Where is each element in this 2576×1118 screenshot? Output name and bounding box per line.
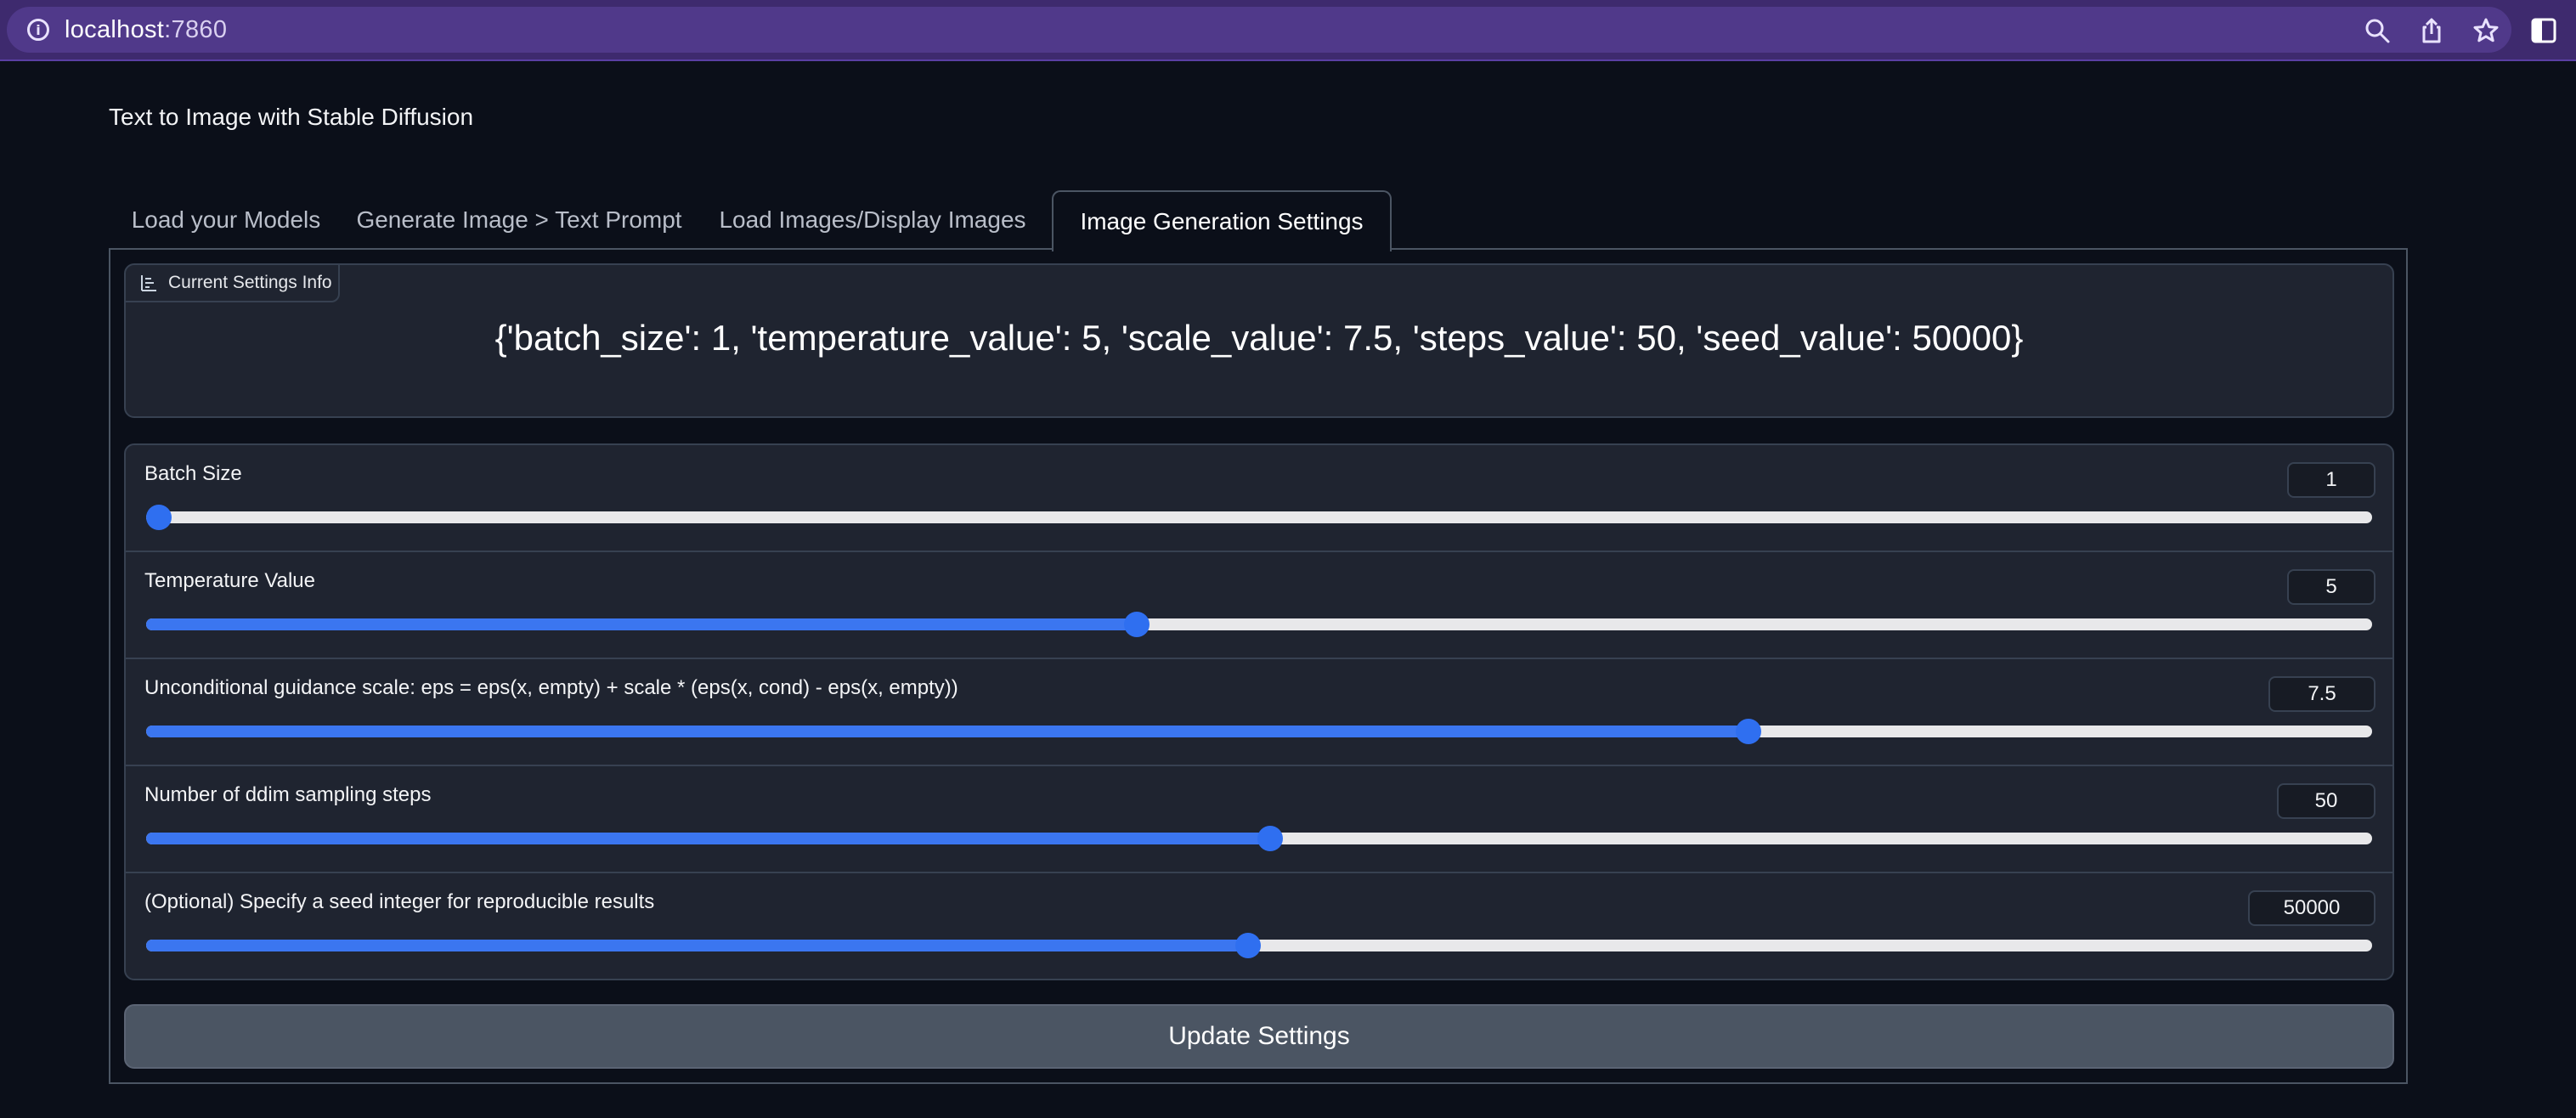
url-text[interactable]: localhost:7860 xyxy=(65,16,227,44)
seed-track-fill xyxy=(146,940,1248,951)
guidance-scale-slider-block: Unconditional guidance scale: eps = eps(… xyxy=(126,659,2392,766)
guidance-scale-label: Unconditional guidance scale: eps = eps(… xyxy=(144,676,958,699)
ddim-steps-slider-block: Number of ddim sampling steps 50 xyxy=(126,766,2392,873)
share-icon[interactable] xyxy=(2418,17,2445,44)
temperature-track-fill xyxy=(146,618,1137,630)
update-settings-button[interactable]: Update Settings xyxy=(124,1004,2394,1069)
settings-info-value: {'batch_size': 1, 'temperature_value': 5… xyxy=(494,318,2024,358)
guidance-scale-thumb[interactable] xyxy=(1736,719,1761,744)
app-title: Text to Image with Stable Diffusion xyxy=(109,104,474,130)
batch-size-input[interactable]: 1 xyxy=(2287,462,2375,498)
chart-icon xyxy=(141,275,156,291)
batch-size-thumb[interactable] xyxy=(146,505,172,530)
zoom-icon[interactable] xyxy=(2364,17,2391,44)
seed-label: (Optional) Specify a seed integer for re… xyxy=(144,890,655,913)
browser-toolbar: i localhost:7860 xyxy=(0,0,2576,61)
ddim-steps-track-fill xyxy=(146,833,1270,844)
address-bar[interactable]: i localhost:7860 xyxy=(7,7,2511,53)
settings-info-box: Current Settings Info {'batch_size': 1, … xyxy=(124,263,2394,418)
tab-load-models[interactable]: Load your Models xyxy=(110,190,342,250)
temperature-slider-block: Temperature Value 5 xyxy=(126,552,2392,659)
settings-info-label: Current Settings Info xyxy=(126,265,340,302)
tab-image-generation-settings[interactable]: Image Generation Settings xyxy=(1052,190,1392,251)
seed-thumb[interactable] xyxy=(1235,933,1261,958)
temperature-label: Temperature Value xyxy=(144,569,315,592)
site-info-icon[interactable]: i xyxy=(27,19,49,41)
temperature-track[interactable] xyxy=(146,612,2372,637)
sidebar-toggle-icon[interactable] xyxy=(2530,17,2557,44)
settings-info-label-text: Current Settings Info xyxy=(168,273,332,292)
batch-size-slider-block: Batch Size 1 xyxy=(126,445,2392,552)
guidance-scale-track-fill xyxy=(146,726,1748,737)
seed-slider-block: (Optional) Specify a seed integer for re… xyxy=(126,873,2392,979)
tab-load-display-images[interactable]: Load Images/Display Images xyxy=(710,190,1035,250)
ddim-steps-input[interactable]: 50 xyxy=(2277,783,2375,819)
ddim-steps-label: Number of ddim sampling steps xyxy=(144,783,432,806)
seed-input[interactable]: 50000 xyxy=(2248,890,2375,926)
ddim-steps-track[interactable] xyxy=(146,826,2372,851)
seed-track[interactable] xyxy=(146,933,2372,958)
tab-generate-image[interactable]: Generate Image > Text Prompt xyxy=(356,190,681,250)
temperature-thumb[interactable] xyxy=(1124,612,1150,637)
bookmark-star-icon[interactable] xyxy=(2472,17,2500,44)
batch-size-label: Batch Size xyxy=(144,462,242,485)
batch-size-track[interactable] xyxy=(146,505,2372,530)
settings-sliders: Batch Size 1 Temperature Value 5 Uncondi… xyxy=(124,443,2394,980)
guidance-scale-track[interactable] xyxy=(146,719,2372,744)
ddim-steps-thumb[interactable] xyxy=(1257,826,1283,851)
temperature-input[interactable]: 5 xyxy=(2287,569,2375,605)
guidance-scale-input[interactable]: 7.5 xyxy=(2268,676,2375,712)
